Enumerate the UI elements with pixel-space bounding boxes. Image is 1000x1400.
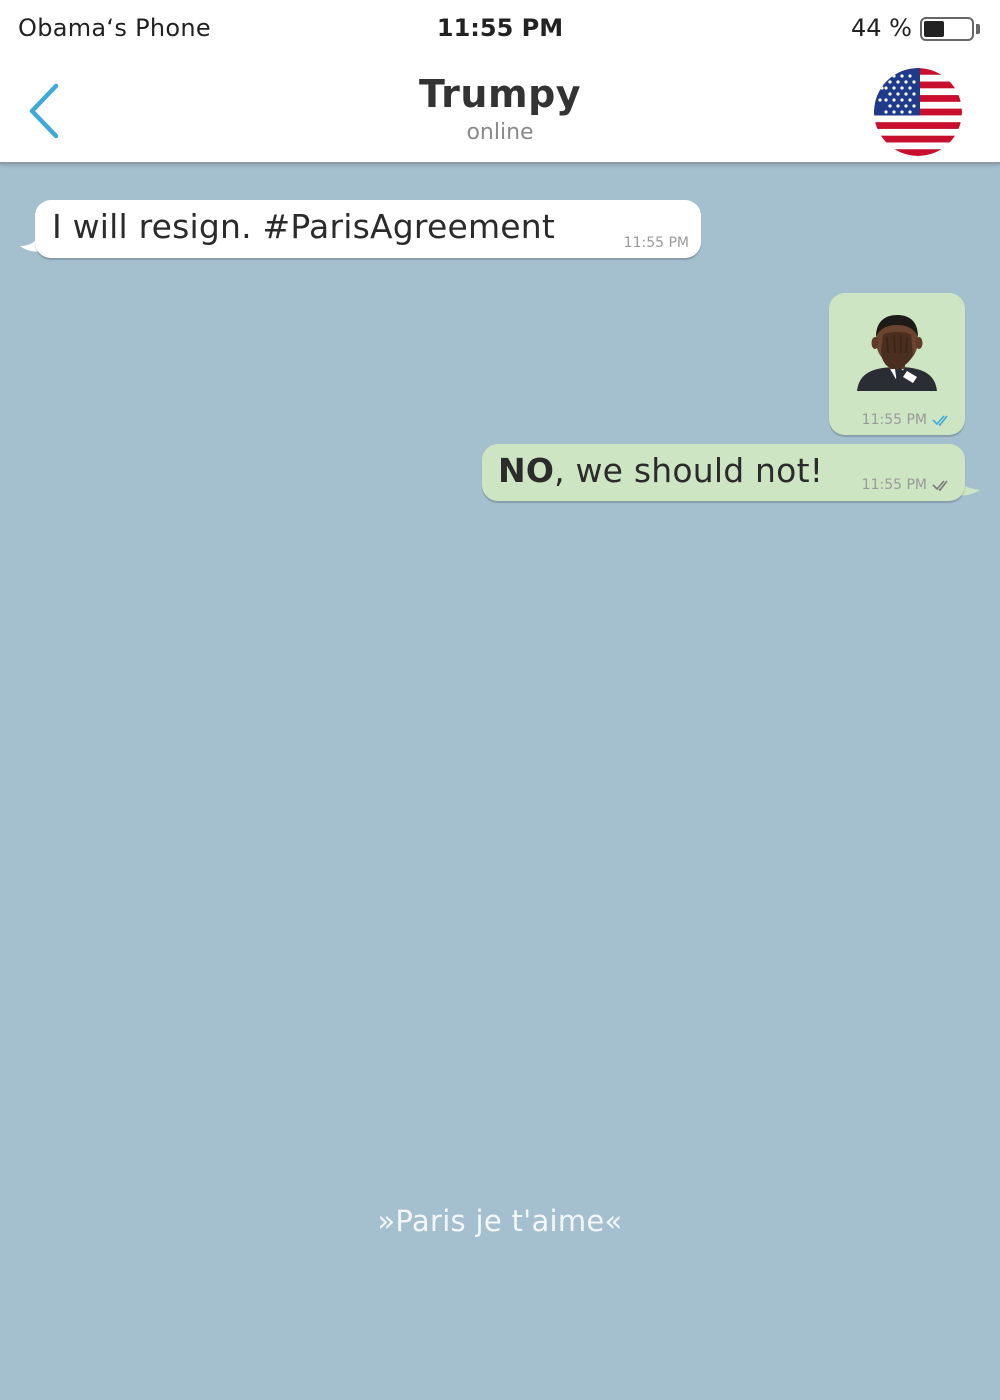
message-bubble-outgoing[interactable]: NO, we should not! 11:55 PM [482, 444, 965, 501]
contact-status: online [466, 120, 534, 145]
facepalm-man-emoji-icon [857, 315, 937, 391]
read-ticks-icon [932, 415, 948, 427]
battery-nub [976, 24, 980, 34]
contact-avatar[interactable] [874, 68, 962, 156]
message-text-bold: NO [498, 451, 555, 490]
battery-icon [920, 17, 974, 41]
message-time: 11:55 PM [861, 477, 927, 493]
message-time: 11:55 PM [861, 412, 927, 428]
message-bubble-incoming[interactable]: I will resign. #ParisAgreement 11:55 PM [35, 200, 701, 258]
status-bar: Obama‘s Phone 11:55 PM 44 % [0, 0, 1000, 58]
battery-percent: 44 % [851, 14, 912, 42]
chat-header: Trumpy online [0, 58, 1000, 164]
message-bubble-sticker[interactable]: 11:55 PM [829, 293, 965, 435]
us-flag-icon [874, 68, 962, 156]
status-time: 11:55 PM [436, 14, 564, 42]
delivered-ticks-icon [932, 480, 948, 492]
message-time: 11:55 PM [623, 235, 689, 251]
battery-level [924, 21, 944, 37]
message-text-rest: , we should not! [554, 451, 824, 490]
footer-slogan: »Paris je t'aime« [377, 1204, 623, 1238]
message-text: NO, we should not! [498, 451, 823, 490]
contact-name[interactable]: Trumpy [0, 72, 1000, 116]
message-text: I will resign. #ParisAgreement [52, 207, 556, 246]
